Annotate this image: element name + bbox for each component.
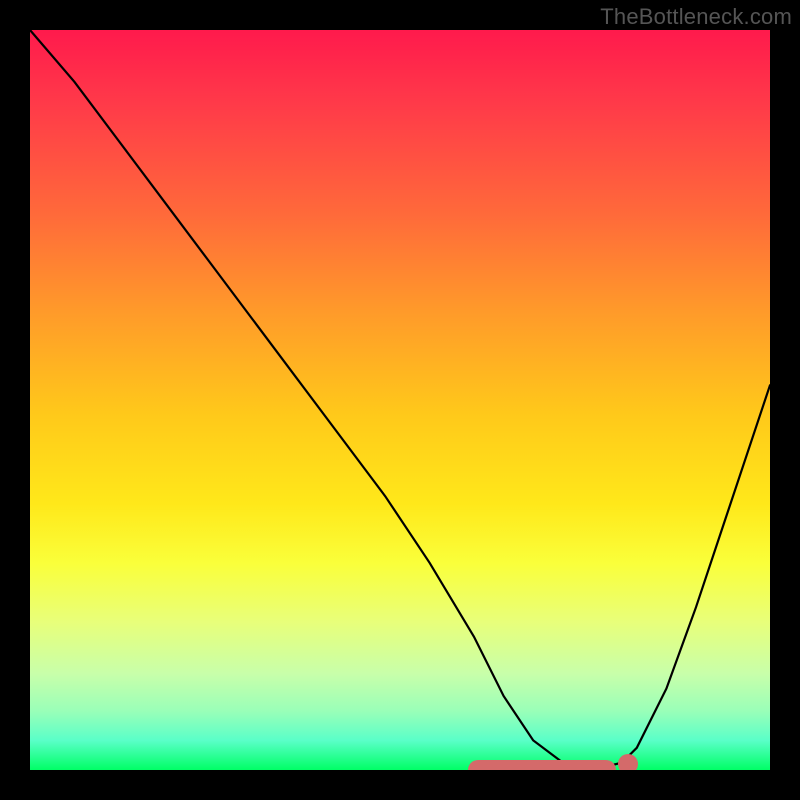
bottleneck-curve-line <box>30 30 770 770</box>
watermark-text: TheBottleneck.com <box>600 4 792 30</box>
chart-curve-svg <box>30 30 770 770</box>
optimal-zone-end-dot <box>618 754 638 770</box>
optimal-zone-marker <box>468 760 616 770</box>
chart-plot-area <box>30 30 770 770</box>
